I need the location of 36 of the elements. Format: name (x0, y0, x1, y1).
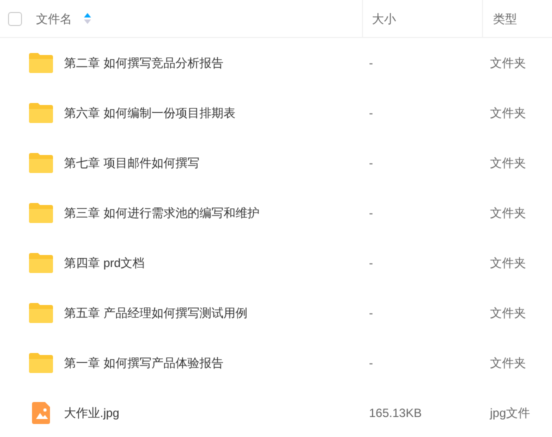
file-size: - (369, 206, 373, 220)
file-type: 文件夹 (490, 206, 526, 220)
folder-icon (28, 252, 54, 274)
file-size: - (369, 256, 373, 270)
file-name[interactable]: 第二章 如何撰写竞品分析报告 (64, 54, 224, 72)
folder-icon (28, 102, 54, 124)
file-name[interactable]: 第五章 产品经理如何撰写测试用例 (64, 304, 248, 322)
file-size: - (369, 56, 373, 70)
file-size: - (369, 356, 373, 370)
file-type: 文件夹 (490, 106, 526, 120)
file-size: - (369, 306, 373, 320)
file-type: 文件夹 (490, 56, 526, 70)
file-name[interactable]: 大作业.jpg (64, 404, 120, 422)
file-name[interactable]: 第四章 prd文档 (64, 254, 145, 272)
select-all-checkbox[interactable] (8, 12, 22, 26)
file-type: jpg文件 (490, 406, 530, 420)
folder-icon (28, 302, 54, 324)
folder-icon (28, 52, 54, 74)
folder-icon (28, 202, 54, 224)
file-type: 文件夹 (490, 156, 526, 170)
folder-icon (28, 352, 54, 374)
column-header[interactable]: 类型 (493, 10, 517, 28)
file-type: 文件夹 (490, 356, 526, 370)
file-size: - (369, 106, 373, 120)
file-name[interactable]: 第六章 如何编制一份项目排期表 (64, 104, 236, 122)
folder-icon (28, 152, 54, 174)
file-size: - (369, 156, 373, 170)
file-type: 文件夹 (490, 256, 526, 270)
column-header[interactable]: 大小 (372, 10, 396, 28)
file-type: 文件夹 (490, 306, 526, 320)
column-header[interactable]: 文件名 (36, 10, 72, 28)
file-size: 165.13KB (369, 406, 422, 420)
file-name[interactable]: 第三章 如何进行需求池的编写和维护 (64, 204, 260, 222)
file-name[interactable]: 第一章 如何撰写产品体验报告 (64, 354, 224, 372)
sort-icon[interactable] (84, 13, 91, 24)
file-name[interactable]: 第七章 项目邮件如何撰写 (64, 154, 200, 172)
